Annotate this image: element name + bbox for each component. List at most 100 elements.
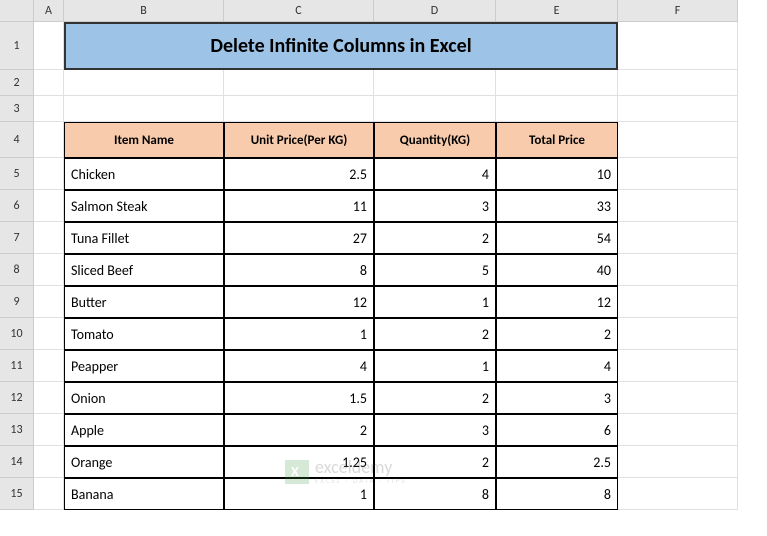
data-total-5[interactable]: 2 bbox=[496, 318, 618, 350]
spreadsheet-grid[interactable]: ABCDEF1Delete Infinite Columns in Excel2… bbox=[0, 0, 767, 510]
col-header-B[interactable]: B bbox=[64, 0, 224, 22]
data-unit-0[interactable]: 2.5 bbox=[224, 158, 374, 190]
cell-F7[interactable] bbox=[618, 222, 738, 254]
cell-A8[interactable] bbox=[34, 254, 64, 286]
cell-F5[interactable] bbox=[618, 158, 738, 190]
data-item-2[interactable]: Tuna Fillet bbox=[64, 222, 224, 254]
cell-A2[interactable] bbox=[34, 70, 64, 96]
data-qty-0[interactable]: 4 bbox=[374, 158, 496, 190]
row-header-6[interactable]: 6 bbox=[0, 190, 34, 222]
row-header-8[interactable]: 8 bbox=[0, 254, 34, 286]
select-all-corner[interactable] bbox=[0, 0, 34, 22]
cell-A15[interactable] bbox=[34, 478, 64, 510]
cell-A12[interactable] bbox=[34, 382, 64, 414]
cell-F12[interactable] bbox=[618, 382, 738, 414]
row-header-2[interactable]: 2 bbox=[0, 70, 34, 96]
data-total-7[interactable]: 3 bbox=[496, 382, 618, 414]
cell-F6[interactable] bbox=[618, 190, 738, 222]
data-total-8[interactable]: 6 bbox=[496, 414, 618, 446]
data-unit-2[interactable]: 27 bbox=[224, 222, 374, 254]
cell-A14[interactable] bbox=[34, 446, 64, 478]
cell-F8[interactable] bbox=[618, 254, 738, 286]
data-qty-4[interactable]: 1 bbox=[374, 286, 496, 318]
row-header-13[interactable]: 13 bbox=[0, 414, 34, 446]
data-total-2[interactable]: 54 bbox=[496, 222, 618, 254]
data-item-3[interactable]: Sliced Beef bbox=[64, 254, 224, 286]
data-total-10[interactable]: 8 bbox=[496, 478, 618, 510]
data-unit-4[interactable]: 12 bbox=[224, 286, 374, 318]
cell-C3[interactable] bbox=[224, 96, 374, 122]
cell-A3[interactable] bbox=[34, 96, 64, 122]
cell-A11[interactable] bbox=[34, 350, 64, 382]
cell-A13[interactable] bbox=[34, 414, 64, 446]
data-qty-10[interactable]: 8 bbox=[374, 478, 496, 510]
data-qty-8[interactable]: 3 bbox=[374, 414, 496, 446]
col-header-F[interactable]: F bbox=[618, 0, 738, 22]
data-qty-9[interactable]: 2 bbox=[374, 446, 496, 478]
cell-A4[interactable] bbox=[34, 122, 64, 158]
data-item-5[interactable]: Tomato bbox=[64, 318, 224, 350]
row-header-5[interactable]: 5 bbox=[0, 158, 34, 190]
data-item-10[interactable]: Banana bbox=[64, 478, 224, 510]
data-unit-10[interactable]: 1 bbox=[224, 478, 374, 510]
cell-D2[interactable] bbox=[374, 70, 496, 96]
data-unit-6[interactable]: 4 bbox=[224, 350, 374, 382]
row-header-10[interactable]: 10 bbox=[0, 318, 34, 350]
data-qty-6[interactable]: 1 bbox=[374, 350, 496, 382]
row-header-4[interactable]: 4 bbox=[0, 122, 34, 158]
data-unit-3[interactable]: 8 bbox=[224, 254, 374, 286]
data-item-8[interactable]: Apple bbox=[64, 414, 224, 446]
data-total-3[interactable]: 40 bbox=[496, 254, 618, 286]
cell-D3[interactable] bbox=[374, 96, 496, 122]
cell-B3[interactable] bbox=[64, 96, 224, 122]
cell-A7[interactable] bbox=[34, 222, 64, 254]
data-total-4[interactable]: 12 bbox=[496, 286, 618, 318]
row-header-1[interactable]: 1 bbox=[0, 22, 34, 70]
cell-F15[interactable] bbox=[618, 478, 738, 510]
cell-F4[interactable] bbox=[618, 122, 738, 158]
cell-F2[interactable] bbox=[618, 70, 738, 96]
cell-A1[interactable] bbox=[34, 22, 64, 70]
data-total-0[interactable]: 10 bbox=[496, 158, 618, 190]
cell-F10[interactable] bbox=[618, 318, 738, 350]
col-header-E[interactable]: E bbox=[496, 0, 618, 22]
cell-F13[interactable] bbox=[618, 414, 738, 446]
data-item-6[interactable]: Peapper bbox=[64, 350, 224, 382]
data-item-9[interactable]: Orange bbox=[64, 446, 224, 478]
col-header-D[interactable]: D bbox=[374, 0, 496, 22]
cell-F11[interactable] bbox=[618, 350, 738, 382]
cell-A6[interactable] bbox=[34, 190, 64, 222]
data-item-4[interactable]: Butter bbox=[64, 286, 224, 318]
row-header-7[interactable]: 7 bbox=[0, 222, 34, 254]
cell-F14[interactable] bbox=[618, 446, 738, 478]
data-item-7[interactable]: Onion bbox=[64, 382, 224, 414]
data-unit-7[interactable]: 1.5 bbox=[224, 382, 374, 414]
cell-F9[interactable] bbox=[618, 286, 738, 318]
data-unit-1[interactable]: 11 bbox=[224, 190, 374, 222]
col-header-C[interactable]: C bbox=[224, 0, 374, 22]
cell-B2[interactable] bbox=[64, 70, 224, 96]
cell-E2[interactable] bbox=[496, 70, 618, 96]
data-unit-5[interactable]: 1 bbox=[224, 318, 374, 350]
cell-C2[interactable] bbox=[224, 70, 374, 96]
cell-F1[interactable] bbox=[618, 22, 738, 70]
cell-E3[interactable] bbox=[496, 96, 618, 122]
data-item-0[interactable]: Chicken bbox=[64, 158, 224, 190]
row-header-9[interactable]: 9 bbox=[0, 286, 34, 318]
cell-A9[interactable] bbox=[34, 286, 64, 318]
row-header-12[interactable]: 12 bbox=[0, 382, 34, 414]
data-total-9[interactable]: 2.5 bbox=[496, 446, 618, 478]
data-qty-1[interactable]: 3 bbox=[374, 190, 496, 222]
data-unit-8[interactable]: 2 bbox=[224, 414, 374, 446]
data-qty-7[interactable]: 2 bbox=[374, 382, 496, 414]
data-qty-3[interactable]: 5 bbox=[374, 254, 496, 286]
data-unit-9[interactable]: 1.25 bbox=[224, 446, 374, 478]
data-total-1[interactable]: 33 bbox=[496, 190, 618, 222]
col-header-A[interactable]: A bbox=[34, 0, 64, 22]
row-header-11[interactable]: 11 bbox=[0, 350, 34, 382]
data-qty-2[interactable]: 2 bbox=[374, 222, 496, 254]
cell-F3[interactable] bbox=[618, 96, 738, 122]
cell-A10[interactable] bbox=[34, 318, 64, 350]
data-total-6[interactable]: 4 bbox=[496, 350, 618, 382]
row-header-15[interactable]: 15 bbox=[0, 478, 34, 510]
